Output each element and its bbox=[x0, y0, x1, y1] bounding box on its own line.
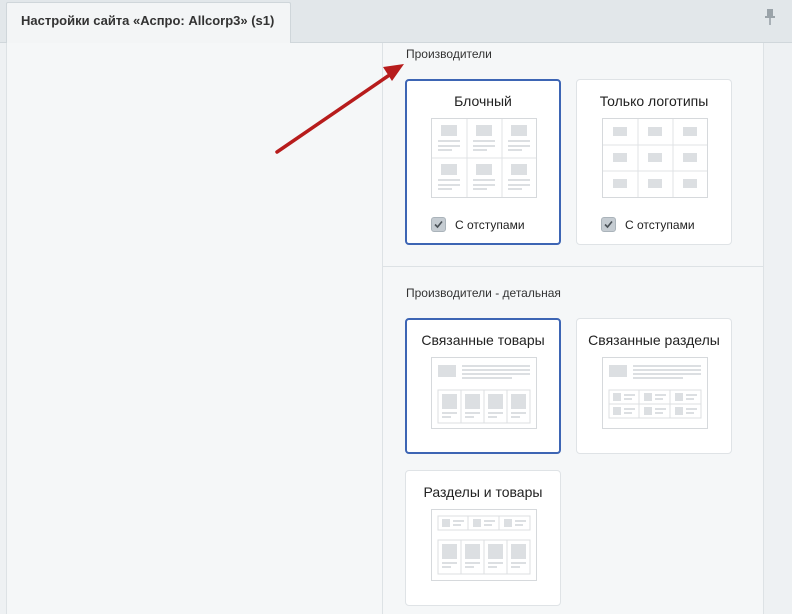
annotation-arrow bbox=[275, 64, 404, 154]
